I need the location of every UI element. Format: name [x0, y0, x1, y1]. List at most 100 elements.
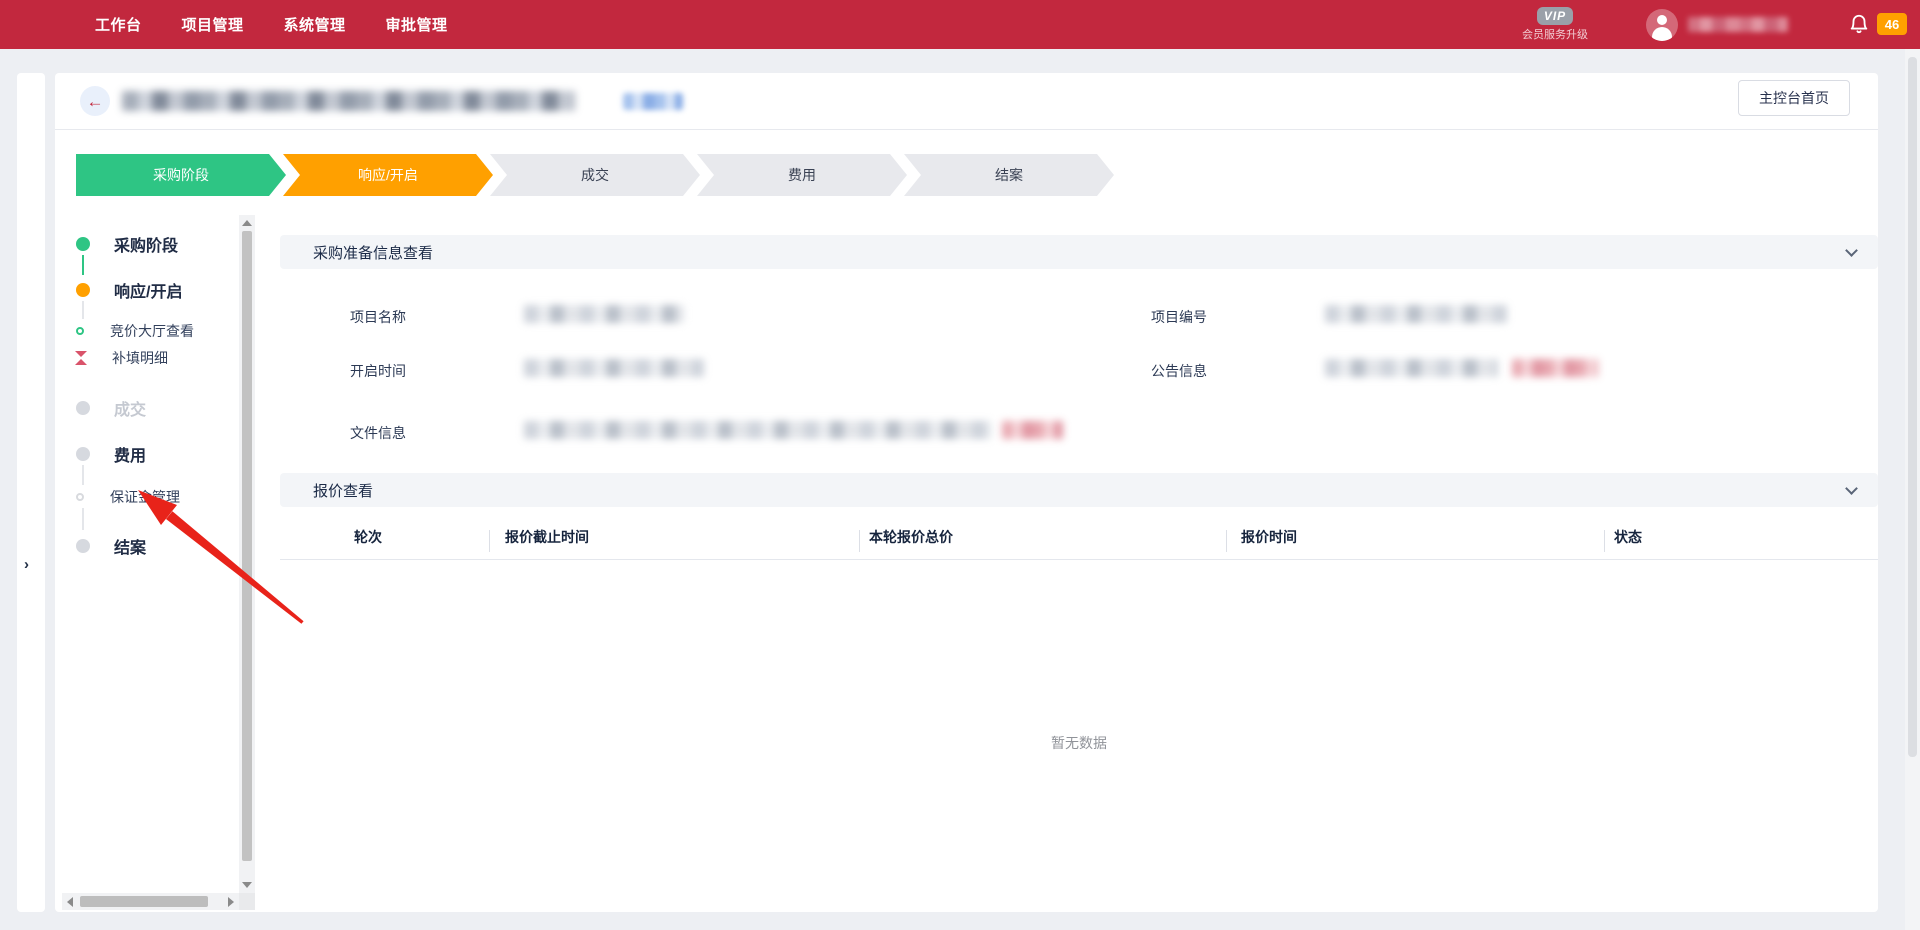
sub-step-circle-icon: [76, 493, 84, 501]
expand-panel-chevron-icon[interactable]: ›: [24, 556, 36, 576]
announcement-value-redacted: [1325, 359, 1498, 377]
timeline-item-deposit-management[interactable]: 保证金管理: [62, 487, 180, 507]
column-separator: [1604, 530, 1605, 552]
timeline-label: 成交: [114, 396, 146, 420]
page-scrollbar[interactable]: [1905, 49, 1920, 930]
page-scrollbar-thumb[interactable]: [1908, 57, 1917, 757]
timeline-label: 响应/开启: [114, 278, 182, 302]
quote-section-header[interactable]: 报价查看: [280, 473, 1878, 507]
timeline-item-bidding-hall[interactable]: 竞价大厅查看: [62, 321, 194, 341]
step-close-case[interactable]: 结案: [904, 154, 1114, 196]
header-divider: [55, 129, 1878, 130]
pending-dot-icon: [76, 401, 90, 415]
back-arrow-icon: ←: [87, 93, 104, 110]
timeline-label: 费用: [114, 442, 146, 466]
console-home-button[interactable]: 主控台首页: [1738, 80, 1850, 116]
field-label-project-name: 项目名称: [350, 307, 406, 327]
scroll-down-arrow-icon[interactable]: [242, 882, 252, 888]
column-header-status: 状态: [1614, 527, 1642, 547]
avatar[interactable]: [1646, 9, 1678, 41]
username-redacted[interactable]: [1688, 17, 1788, 32]
nav-item-approval-mgmt[interactable]: 审批管理: [386, 14, 448, 35]
vip-upgrade[interactable]: VIP 会员服务升级: [1510, 7, 1600, 42]
column-separator: [489, 530, 490, 552]
timeline-item-procurement-stage[interactable]: 采购阶段: [62, 232, 178, 256]
timeline-item-deal[interactable]: 成交: [62, 396, 146, 420]
section-title: 采购准备信息查看: [313, 242, 433, 263]
timeline-label: 补填明细: [112, 348, 168, 368]
timeline-connector: [82, 465, 84, 485]
bell-icon[interactable]: [1848, 13, 1870, 35]
column-header-quote-time: 报价时间: [1241, 527, 1297, 547]
timeline-item-close-case[interactable]: 结案: [62, 534, 146, 558]
collapse-chevron-down-icon[interactable]: [1845, 244, 1858, 257]
project-no-value-redacted: [1325, 305, 1507, 323]
timeline-label: 竞价大厅查看: [110, 321, 194, 341]
timeline-label: 保证金管理: [110, 487, 180, 507]
done-dot-icon: [76, 237, 90, 251]
field-label-file-info: 文件信息: [350, 423, 406, 443]
avatar-person-icon: [1657, 15, 1667, 25]
field-label-announcement: 公告信息: [1151, 361, 1207, 381]
sidebar-vertical-scrollbar[interactable]: [239, 215, 255, 893]
announcement-link-redacted[interactable]: [1512, 359, 1598, 377]
table-header-border: [280, 559, 1878, 560]
vip-caption: 会员服务升级: [1510, 26, 1600, 42]
nav-item-project-mgmt[interactable]: 项目管理: [182, 14, 244, 35]
section-title: 报价查看: [313, 480, 373, 501]
current-dot-icon: [76, 283, 90, 297]
collapsed-left-panel: ›: [17, 73, 45, 912]
step-deal[interactable]: 成交: [490, 154, 700, 196]
nav-item-workbench[interactable]: 工作台: [95, 14, 142, 35]
sidebar-horizontal-scrollbar[interactable]: [62, 893, 239, 910]
main-card: ← 主控台首页 采购阶段 响应/开启 成交 费用 结案 采购阶段 响应/开启 竞…: [55, 73, 1878, 912]
avatar-person-icon-body: [1652, 27, 1672, 41]
scrollbar-corner: [239, 893, 255, 910]
column-header-round-total: 本轮报价总价: [869, 527, 953, 547]
column-separator: [1226, 530, 1227, 552]
project-status-badge-redacted: [623, 93, 683, 110]
column-header-quote-deadline: 报价截止时间: [505, 527, 589, 547]
file-info-link-redacted[interactable]: [1002, 421, 1063, 439]
hourglass-icon: [75, 351, 87, 365]
timeline-connector: [82, 508, 84, 530]
quote-table-header: 轮次 报价截止时间 本轮报价总价 报价时间 状态: [280, 527, 1878, 557]
nav-menu: 工作台 项目管理 系统管理 审批管理: [95, 14, 448, 35]
scroll-left-arrow-icon[interactable]: [67, 897, 73, 907]
content-area: 采购准备信息查看 项目名称 项目编号 开启时间 公告信息 文件信息 报价查看 轮…: [280, 215, 1878, 895]
vertical-scrollbar-thumb[interactable]: [242, 231, 252, 861]
horizontal-scrollbar-thumb[interactable]: [80, 896, 208, 907]
field-label-project-no: 项目编号: [1151, 307, 1207, 327]
notification-count-badge[interactable]: 46: [1877, 13, 1907, 35]
timeline-label: 结案: [114, 534, 146, 558]
pending-dot-icon: [76, 447, 90, 461]
collapse-chevron-down-icon[interactable]: [1845, 482, 1858, 495]
scroll-up-arrow-icon[interactable]: [242, 220, 252, 226]
timeline-connector: [82, 255, 84, 275]
back-button[interactable]: ←: [80, 86, 110, 116]
project-name-value-redacted: [524, 305, 684, 323]
timeline-item-response-open[interactable]: 响应/开启: [62, 278, 182, 302]
scroll-right-arrow-icon[interactable]: [228, 897, 234, 907]
project-title-redacted: [122, 91, 575, 111]
timeline-label: 采购阶段: [114, 232, 178, 256]
step-response-open[interactable]: 响应/开启: [283, 154, 493, 196]
nav-item-system-mgmt[interactable]: 系统管理: [284, 14, 346, 35]
sub-step-circle-icon: [76, 327, 84, 335]
column-header-round: 轮次: [354, 527, 382, 547]
timeline-item-supplement-details[interactable]: 补填明细: [62, 348, 168, 368]
step-procurement-stage[interactable]: 采购阶段: [76, 154, 286, 196]
file-info-value-redacted: [524, 421, 992, 439]
vip-icon: VIP: [1537, 7, 1573, 25]
field-label-open-time: 开启时间: [350, 361, 406, 381]
top-nav: 工作台 项目管理 系统管理 审批管理 VIP 会员服务升级 46: [0, 0, 1920, 49]
pending-dot-icon: [76, 539, 90, 553]
prep-info-section-header[interactable]: 采购准备信息查看: [280, 235, 1878, 269]
open-time-value-redacted: [524, 359, 704, 377]
stage-timeline-sidebar: 采购阶段 响应/开启 竞价大厅查看 补填明细 成交 费用 保证金管理: [62, 215, 239, 895]
step-fees[interactable]: 费用: [697, 154, 907, 196]
empty-data-text: 暂无数据: [280, 733, 1878, 753]
timeline-item-fees[interactable]: 费用: [62, 442, 146, 466]
column-separator: [859, 530, 860, 552]
timeline-connector: [82, 301, 84, 319]
